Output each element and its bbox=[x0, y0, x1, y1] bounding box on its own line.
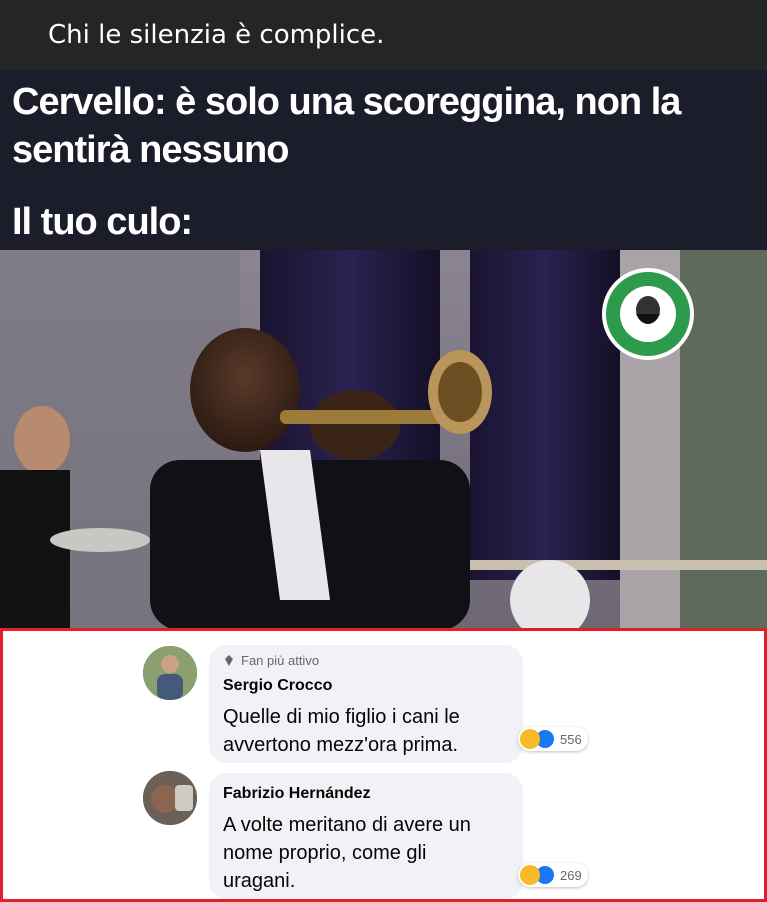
comment-bubble[interactable]: Fabrizio Hernández A volte meritano di a… bbox=[209, 773, 523, 899]
watermark-logo bbox=[602, 268, 694, 360]
avatar[interactable] bbox=[143, 646, 197, 700]
reaction-count: 269 bbox=[560, 867, 582, 883]
avatar[interactable] bbox=[143, 771, 197, 825]
comment-author[interactable]: Sergio Crocco bbox=[223, 677, 332, 695]
post-header: Chi le silenzia è complice. bbox=[0, 0, 767, 70]
reaction-summary[interactable]: 556 bbox=[518, 727, 588, 751]
diamond-icon bbox=[225, 654, 233, 666]
comment-text: A volte meritano di avere un nome propri… bbox=[223, 814, 471, 892]
post-caption: Chi le silenzia è complice. bbox=[48, 20, 385, 50]
comment-text: Quelle di mio figlio i cani le avvertono… bbox=[223, 706, 460, 756]
comments-section: Fan più attivo Sergio Crocco Quelle di m… bbox=[0, 628, 767, 902]
reaction-count: 556 bbox=[560, 731, 582, 747]
meme-text-line2: Il tuo culo: bbox=[12, 201, 193, 243]
comment-author[interactable]: Fabrizio Hernández bbox=[223, 785, 371, 803]
haha-icon bbox=[520, 865, 540, 885]
top-fan-badge: Fan più attivo bbox=[223, 653, 319, 668]
comment-bubble[interactable]: Fan più attivo Sergio Crocco Quelle di m… bbox=[209, 645, 523, 763]
meme-text-line1: Cervello: è solo una scoreggina, non la … bbox=[12, 81, 681, 171]
haha-icon bbox=[520, 729, 540, 749]
bearded-face-icon bbox=[620, 286, 676, 342]
reaction-summary[interactable]: 269 bbox=[518, 863, 588, 887]
meme-image[interactable]: Cervello: è solo una scoreggina, non la … bbox=[0, 70, 767, 630]
